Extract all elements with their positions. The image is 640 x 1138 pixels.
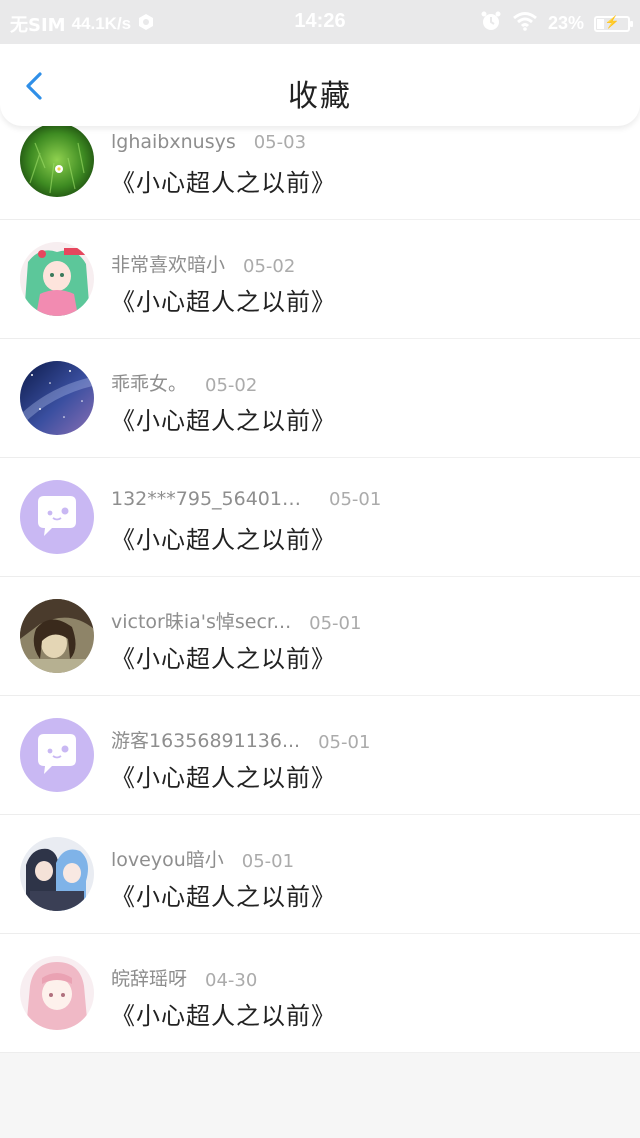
avatar[interactable] (20, 361, 94, 435)
username[interactable]: 皖辞瑶呀 (111, 964, 187, 991)
alarm-icon (480, 10, 502, 37)
username[interactable]: loveyou暗小 (111, 845, 224, 872)
favorite-content[interactable]: 《小心超人之以前》 (111, 401, 336, 436)
date: 05-03 (253, 132, 307, 153)
username[interactable]: 132***795_564015... (111, 488, 311, 510)
screen: 无SIM 44.1K/s 14:26 23% ⚡ 收藏 lghaibxnusys… (0, 0, 640, 1138)
favorite-content[interactable]: 《小心超人之以前》 (111, 996, 336, 1031)
username[interactable]: 乖乖女。 (111, 369, 187, 396)
favorite-item[interactable]: 乖乖女。 05-02 《小心超人之以前》 (0, 339, 640, 458)
favorite-item[interactable]: 游客16356891136... 05-01 《小心超人之以前》 (0, 696, 640, 815)
avatar[interactable] (20, 956, 94, 1030)
favorite-content[interactable]: 《小心超人之以前》 (111, 520, 336, 555)
item-meta: 游客16356891136... 05-01 (111, 726, 370, 753)
avatar[interactable] (20, 599, 94, 673)
item-meta: 非常喜欢暗小 05-02 (111, 250, 295, 277)
username[interactable]: victor昧ia's悼secr... (111, 607, 291, 634)
date: 05-02 (243, 256, 296, 277)
date: 05-02 (205, 375, 258, 396)
status-bar: 无SIM 44.1K/s 14:26 23% ⚡ (0, 0, 640, 44)
favorite-item[interactable]: victor昧ia's悼secr... 05-01 《小心超人之以前》 (0, 577, 640, 696)
date: 05-01 (318, 732, 371, 753)
favorite-item[interactable]: loveyou暗小 05-01 《小心超人之以前》 (0, 815, 640, 934)
favorites-list: charrqiotteoiymkpid05-03《小心超人之以前》lghaibx… (0, 0, 640, 1053)
item-meta: 132***795_564015... 05-01 (111, 488, 381, 510)
username[interactable]: 游客16356891136... (111, 726, 300, 753)
avatar[interactable] (20, 480, 94, 554)
navigation-header: 收藏 (0, 44, 640, 126)
favorite-content[interactable]: 《小心超人之以前》 (111, 639, 336, 674)
avatar[interactable] (20, 837, 94, 911)
date: 05-01 (309, 613, 362, 634)
wifi-icon (512, 11, 538, 36)
username[interactable]: 非常喜欢暗小 (111, 250, 225, 277)
charging-icon: ⚡ (604, 14, 620, 29)
date: 05-01 (329, 489, 382, 510)
item-meta: lghaibxnusys 05-03 (111, 131, 306, 153)
avatar[interactable] (20, 242, 94, 316)
favorite-content[interactable]: 《小心超人之以前》 (111, 877, 336, 912)
item-meta: victor昧ia's悼secr... 05-01 (111, 607, 361, 634)
favorite-item[interactable]: 非常喜欢暗小 05-02 《小心超人之以前》 (0, 220, 640, 339)
item-meta: 乖乖女。 05-02 (111, 369, 257, 396)
battery-percent: 23% (547, 13, 584, 33)
item-meta: loveyou暗小 05-01 (111, 845, 294, 872)
favorite-content[interactable]: 《小心超人之以前》 (111, 163, 336, 198)
status-right: 23% ⚡ (480, 10, 633, 37)
date: 04-30 (205, 970, 258, 991)
favorite-content[interactable]: 《小心超人之以前》 (111, 282, 336, 317)
favorite-item[interactable]: 132***795_564015... 05-01 《小心超人之以前》 (0, 458, 640, 577)
page-title: 收藏 (288, 79, 352, 114)
username[interactable]: lghaibxnusys (111, 131, 236, 153)
battery-icon: ⚡ (594, 14, 633, 32)
avatar[interactable] (20, 123, 94, 197)
date: 05-01 (241, 851, 295, 872)
divider (110, 1052, 560, 1053)
avatar[interactable] (20, 718, 94, 792)
item-meta: 皖辞瑶呀 04-30 (111, 964, 257, 991)
favorite-content[interactable]: 《小心超人之以前》 (111, 758, 336, 793)
favorite-item[interactable]: 皖辞瑶呀 04-30 《小心超人之以前》 (0, 934, 640, 1053)
